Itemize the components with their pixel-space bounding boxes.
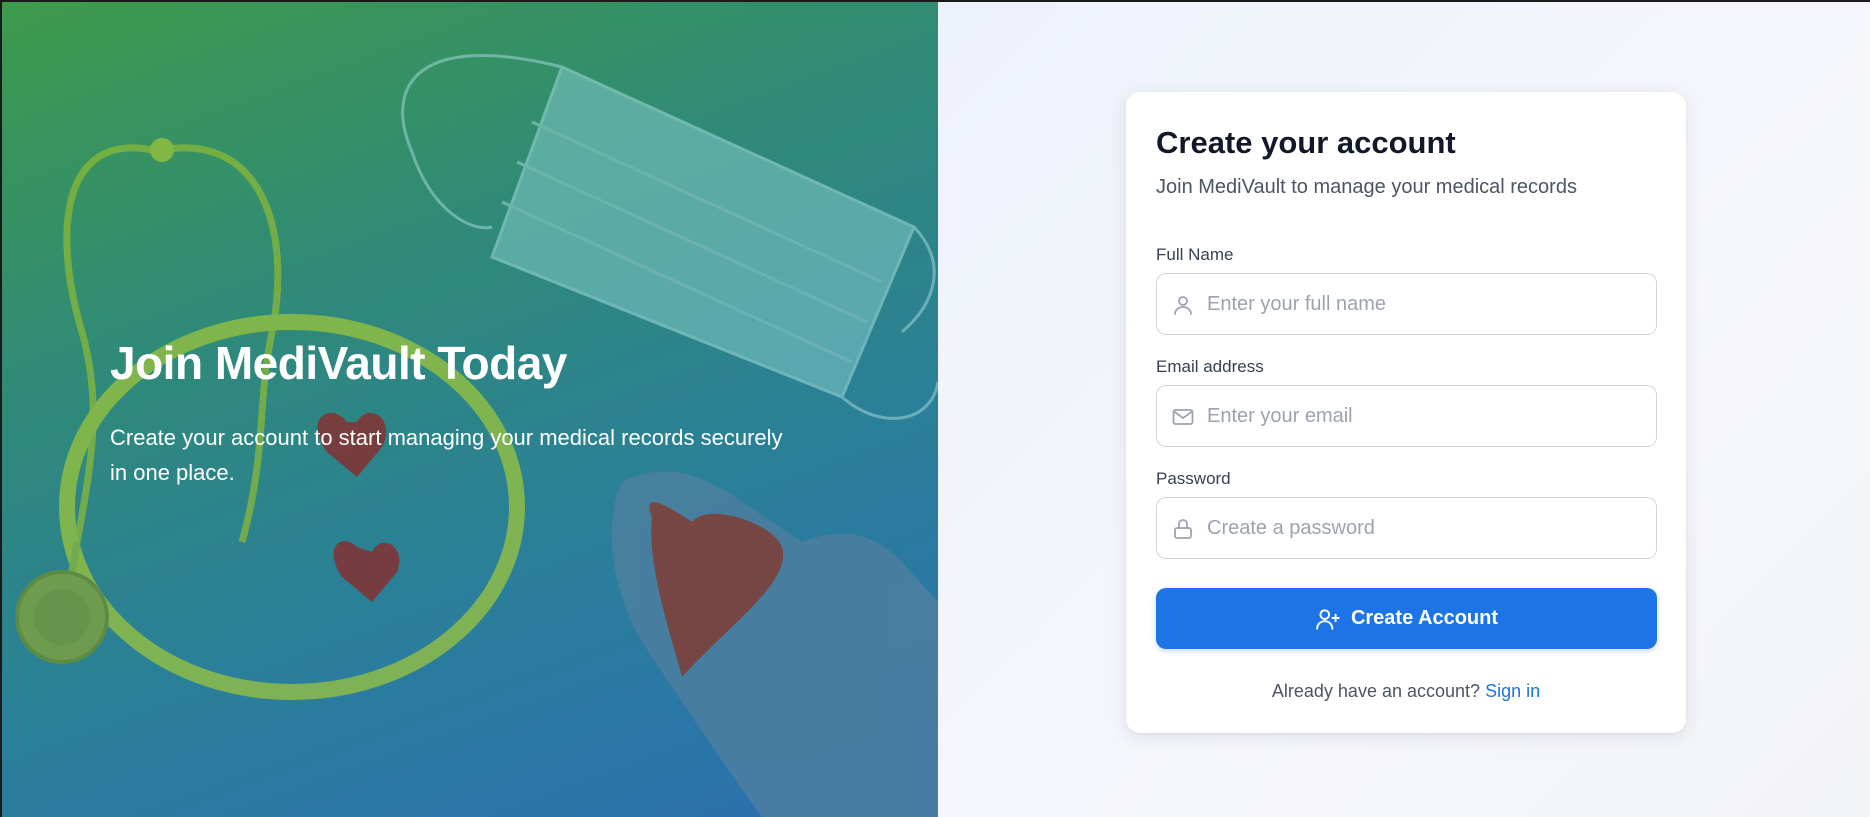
create-account-button[interactable]: Create Account xyxy=(1156,588,1657,649)
password-label: Password xyxy=(1156,469,1231,488)
hand-heart-illustration xyxy=(611,471,938,817)
full-name-field[interactable] xyxy=(1156,273,1657,335)
email-input[interactable] xyxy=(1207,386,1647,446)
mail-icon xyxy=(1172,409,1194,425)
password-input[interactable] xyxy=(1207,498,1647,558)
email-label: Email address xyxy=(1156,357,1264,376)
user-plus-icon xyxy=(1316,608,1340,630)
signin-prompt: Already have an account? Sign in xyxy=(1126,681,1686,702)
form-subtitle: Join MediVault to manage your medical re… xyxy=(1156,176,1577,198)
lock-icon xyxy=(1174,519,1192,539)
stethoscope-illustration xyxy=(15,138,525,700)
form-title: Create your account xyxy=(1156,125,1456,160)
user-icon xyxy=(1174,296,1192,315)
hero-title: Join MediVault Today xyxy=(110,337,567,389)
hero-subtitle: Create your account to start managing yo… xyxy=(110,425,783,485)
full-name-label: Full Name xyxy=(1156,245,1234,264)
hero-panel: Join MediVault Today Create your account… xyxy=(2,2,938,817)
full-name-input[interactable] xyxy=(1207,274,1647,334)
email-field[interactable] xyxy=(1156,385,1657,447)
create-account-label: Create Account xyxy=(1350,607,1499,629)
signup-card: Create your account Join MediVault to ma… xyxy=(1126,92,1686,733)
hero-background-image xyxy=(15,54,938,817)
password-field[interactable] xyxy=(1156,497,1657,559)
form-panel: Create your account Join MediVault to ma… xyxy=(938,2,1870,817)
signin-prompt-text: Already have an account? xyxy=(1271,681,1481,701)
sign-in-link[interactable]: Sign in xyxy=(1485,681,1540,701)
